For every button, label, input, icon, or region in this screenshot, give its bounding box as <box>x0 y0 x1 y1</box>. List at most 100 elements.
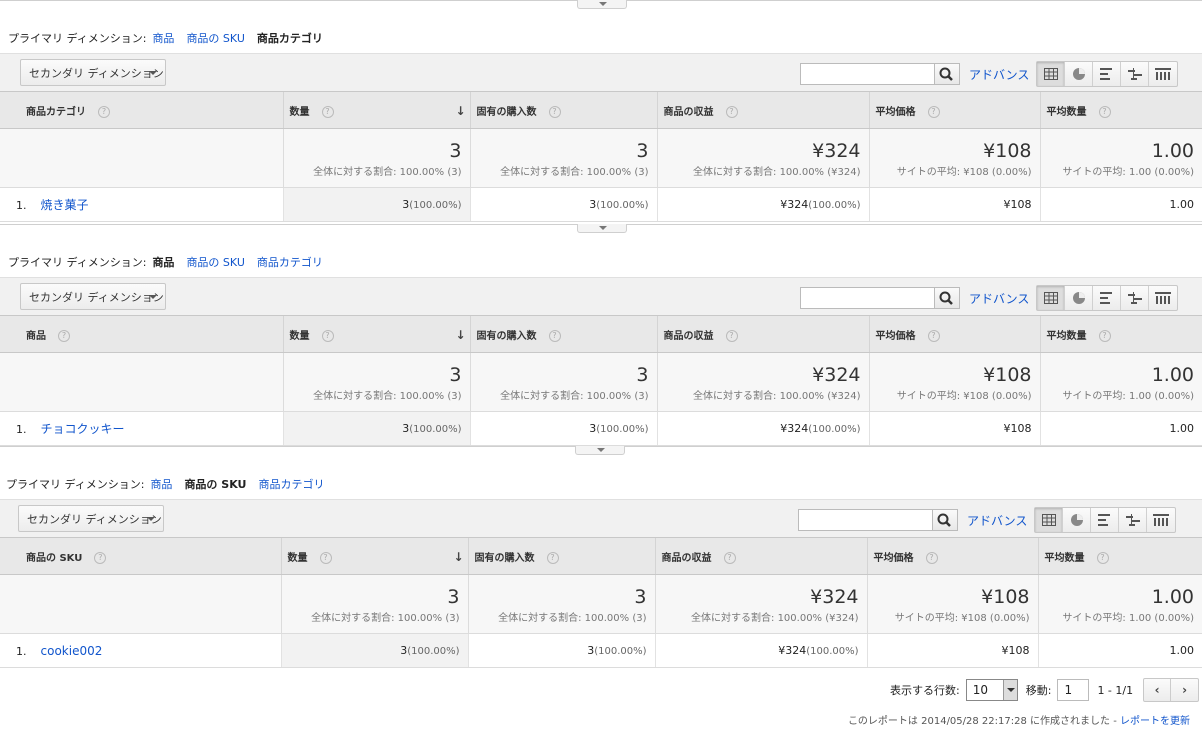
column-header-dimension[interactable]: 商品カテゴリ? <box>0 91 283 129</box>
advanced-link[interactable]: アドバンス <box>967 512 1027 529</box>
row-dimension-link[interactable]: cookie002 <box>41 644 103 658</box>
help-icon[interactable]: ? <box>1098 329 1111 342</box>
column-header-avg-quantity[interactable]: 平均数量? <box>1039 315 1202 353</box>
table-row: 1. cookie002 3(100.00%) 3(100.00%) ¥324(1… <box>0 633 1202 668</box>
column-header-unique-purchases[interactable]: 固有の購入数? <box>469 315 657 353</box>
dimension-option-product[interactable]: 商品 <box>150 476 172 492</box>
column-header-dimension[interactable]: 商品? <box>0 315 283 353</box>
chevron-down-icon <box>1002 680 1017 700</box>
help-icon[interactable]: ? <box>925 551 938 564</box>
pivot-view-button[interactable] <box>1147 508 1175 532</box>
search-input[interactable] <box>800 287 936 309</box>
help-icon[interactable]: ? <box>546 551 559 564</box>
search-input[interactable] <box>800 63 936 85</box>
help-icon[interactable]: ? <box>725 329 738 342</box>
search-icon <box>937 513 951 527</box>
column-header-revenue[interactable]: 商品の収益? <box>656 91 869 129</box>
column-header-quantity[interactable]: 数量? ↓ <box>280 537 468 575</box>
help-icon[interactable]: ? <box>94 551 107 564</box>
row-dimension-link[interactable]: 焼き菓子 <box>41 198 89 212</box>
column-header-label: 商品の収益 <box>661 552 712 564</box>
secondary-dimension-dropdown[interactable]: セカンダリ ディメンション <box>20 283 166 310</box>
dimension-option-sku[interactable]: 商品の SKU <box>186 254 244 270</box>
dimension-option-sku[interactable]: 商品の SKU <box>184 476 246 492</box>
dimension-option-sku[interactable]: 商品の SKU <box>186 30 244 46</box>
search-button[interactable] <box>932 509 958 531</box>
help-icon[interactable]: ? <box>321 329 334 342</box>
column-header-avg-price[interactable]: 平均価格? <box>868 91 1040 129</box>
secondary-dimension-dropdown[interactable]: セカンダリ ディメンション <box>18 505 164 532</box>
help-icon[interactable]: ? <box>927 105 940 118</box>
column-header-avg-quantity[interactable]: 平均数量? <box>1037 537 1202 575</box>
pie-view-button[interactable] <box>1065 62 1093 86</box>
advanced-link[interactable]: アドバンス <box>969 66 1029 83</box>
pie-icon <box>1070 514 1083 526</box>
collapse-handle[interactable] <box>577 0 627 9</box>
total-sub: 全体に対する割合: 100.00% (3) <box>500 391 649 402</box>
help-icon[interactable]: ? <box>321 105 334 118</box>
totals-cell: 3 全体に対する割合: 100.00% (3) <box>467 574 655 634</box>
pivot-view-button[interactable] <box>1149 286 1177 310</box>
pie-view-button[interactable] <box>1065 286 1093 310</box>
column-header-avg-quantity[interactable]: 平均数量? <box>1039 91 1202 129</box>
row-cell: 3(100.00%) <box>469 411 657 446</box>
pivot-view-button[interactable] <box>1149 62 1177 86</box>
dimension-option-category[interactable]: 商品カテゴリ <box>257 30 323 46</box>
column-header-revenue[interactable]: 商品の収益? <box>654 537 867 575</box>
dimension-option-category[interactable]: 商品カテゴリ <box>258 476 324 492</box>
column-header-quantity[interactable]: 数量? ↓ <box>282 315 470 353</box>
column-header-avg-price[interactable]: 平均価格? <box>868 315 1040 353</box>
compare-view-button[interactable] <box>1119 508 1147 532</box>
prev-page-button[interactable]: ‹ <box>1144 679 1172 701</box>
column-header-revenue[interactable]: 商品の収益? <box>656 315 869 353</box>
goto-input[interactable]: 1 <box>1057 679 1090 701</box>
table-view-button[interactable] <box>1035 508 1063 532</box>
bar-view-button[interactable] <box>1093 286 1121 310</box>
column-header-unique-purchases[interactable]: 固有の購入数? <box>467 537 655 575</box>
report-created-text: このレポートは 2014/05/28 22:17:28 に作成されました - <box>847 716 1120 727</box>
search-button[interactable] <box>934 287 960 309</box>
rows-per-page-select[interactable]: 10 <box>965 679 1018 701</box>
pie-view-button[interactable] <box>1063 508 1091 532</box>
compare-view-button[interactable] <box>1121 62 1149 86</box>
search-button[interactable] <box>934 63 960 85</box>
help-icon[interactable]: ? <box>319 551 332 564</box>
help-icon[interactable]: ? <box>548 105 561 118</box>
bar-view-button[interactable] <box>1093 62 1121 86</box>
refresh-report-link[interactable]: レポートを更新 <box>1120 716 1190 727</box>
next-page-button[interactable]: › <box>1171 679 1198 701</box>
column-header-avg-price[interactable]: 平均価格? <box>866 537 1038 575</box>
help-icon[interactable]: ? <box>927 329 940 342</box>
compare-view-button[interactable] <box>1121 286 1149 310</box>
collapse-handle[interactable] <box>577 224 627 233</box>
help-icon[interactable]: ? <box>548 329 561 342</box>
row-dimension-link[interactable]: チョコクッキー <box>41 422 125 436</box>
search-input[interactable] <box>798 509 934 531</box>
help-icon[interactable]: ? <box>723 551 736 564</box>
total-value: ¥324 <box>812 364 861 386</box>
column-header-label: 数量 <box>289 106 310 118</box>
column-header-quantity[interactable]: 数量? ↓ <box>282 91 470 129</box>
column-header-unique-purchases[interactable]: 固有の購入数? <box>469 91 657 129</box>
row-cell: 1.00 <box>1039 411 1202 446</box>
table-view-button[interactable] <box>1037 286 1065 310</box>
bar-view-button[interactable] <box>1091 508 1119 532</box>
dimension-option-product[interactable]: 商品 <box>152 254 174 270</box>
cell-percent: (100.00%) <box>596 200 649 211</box>
collapse-handle[interactable] <box>575 446 625 455</box>
help-icon[interactable]: ? <box>98 105 110 118</box>
column-header-label: 商品の SKU <box>26 552 83 564</box>
chevron-down-icon <box>597 448 605 452</box>
help-icon[interactable]: ? <box>725 105 738 118</box>
dimension-option-category[interactable]: 商品カテゴリ <box>257 254 323 270</box>
rows-per-page-value: 10 <box>972 683 988 697</box>
dimension-option-product[interactable]: 商品 <box>152 30 174 46</box>
advanced-link[interactable]: アドバンス <box>969 290 1029 307</box>
column-header-dimension[interactable]: 商品の SKU? <box>0 537 281 575</box>
help-icon[interactable]: ? <box>1096 551 1109 564</box>
table-view-button[interactable] <box>1037 62 1065 86</box>
help-icon[interactable]: ? <box>58 329 70 342</box>
secondary-dimension-dropdown[interactable]: セカンダリ ディメンション <box>20 59 166 86</box>
totals-cell: 1.00 サイトの平均: 1.00 (0.00%) <box>1037 574 1202 634</box>
help-icon[interactable]: ? <box>1098 105 1111 118</box>
